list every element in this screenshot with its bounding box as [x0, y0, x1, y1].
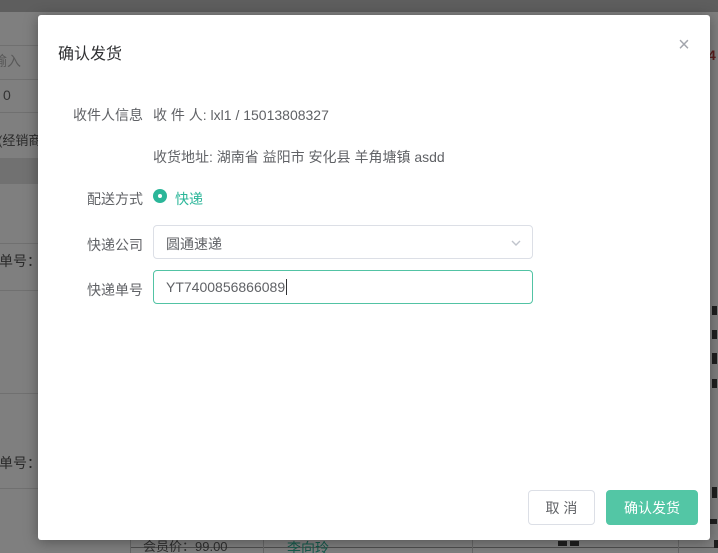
- dialog-title: 确认发货: [58, 40, 122, 64]
- text-caret: [286, 279, 287, 295]
- express-radio-label[interactable]: 快递: [175, 189, 203, 209]
- tracking-number-label: 快递单号: [56, 280, 143, 300]
- close-icon[interactable]: ×: [672, 33, 696, 57]
- app-root: 输入 0 (经销商 单号： 单号： 会员价：99.00 李向玲 4 确认发货 ×…: [0, 0, 718, 553]
- chevron-down-icon: [510, 237, 522, 249]
- radio-dot-icon: [158, 194, 162, 198]
- express-company-label: 快递公司: [56, 235, 143, 255]
- cancel-button[interactable]: 取 消: [528, 490, 595, 525]
- recipient-info-label: 收件人信息: [56, 105, 143, 125]
- express-radio-selected[interactable]: [153, 189, 167, 203]
- confirm-button[interactable]: 确认发货: [606, 490, 698, 525]
- tracking-number-value: YT7400856866089: [166, 279, 285, 295]
- express-company-selected-value: 圆通速递: [166, 234, 222, 254]
- recipient-name-value: 收 件 人: lxl1 / 15013808327: [153, 105, 329, 125]
- confirm-shipment-dialog: 确认发货 × 收件人信息 收 件 人: lxl1 / 15013808327 收…: [38, 15, 710, 540]
- recipient-address-value: 收货地址: 湖南省 益阳市 安化县 羊角塘镇 asdd: [153, 147, 445, 167]
- tracking-number-input[interactable]: YT7400856866089: [153, 270, 533, 304]
- delivery-method-label: 配送方式: [56, 189, 143, 209]
- express-company-select[interactable]: 圆通速递: [153, 225, 533, 259]
